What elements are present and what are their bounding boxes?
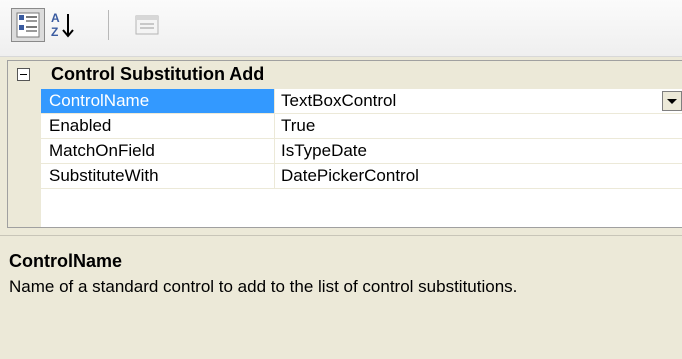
property-name[interactable]: MatchOnField xyxy=(41,139,275,163)
categorized-icon xyxy=(16,12,40,38)
sort-az-icon: A Z xyxy=(51,11,74,39)
svg-text:Z: Z xyxy=(51,25,58,39)
property-value[interactable]: True xyxy=(276,114,682,138)
dropdown-arrow-icon[interactable] xyxy=(662,91,682,111)
property-pages-button[interactable] xyxy=(130,8,164,42)
property-value-text: TextBoxControl xyxy=(281,91,397,110)
category-label: Control Substitution Add xyxy=(51,64,265,84)
property-name[interactable]: SubstituteWith xyxy=(41,164,275,188)
property-value-text: True xyxy=(281,116,316,135)
toolbar-separator xyxy=(108,10,109,40)
property-name[interactable]: ControlName xyxy=(41,89,275,113)
property-value[interactable]: DatePickerControl xyxy=(276,164,682,188)
property-grid-toolbar: A Z xyxy=(0,0,682,57)
help-panel: ControlName Name of a standard control t… xyxy=(0,235,682,359)
category-row[interactable]: Control Substitution Add xyxy=(8,61,682,89)
help-description: Name of a standard control to add to the… xyxy=(9,277,518,296)
property-grid: Control Substitution Add ControlName Tex… xyxy=(7,60,682,228)
help-title: ControlName xyxy=(9,251,123,271)
collapse-icon[interactable] xyxy=(17,68,30,81)
property-row-matchonfield[interactable]: MatchOnField IsTypeDate xyxy=(41,139,682,164)
property-name[interactable]: Enabled xyxy=(41,114,275,138)
property-row-substitutewith[interactable]: SubstituteWith DatePickerControl xyxy=(41,164,682,189)
property-value[interactable]: IsTypeDate xyxy=(276,139,682,163)
property-value-text: IsTypeDate xyxy=(281,141,367,160)
property-row-enabled[interactable]: Enabled True xyxy=(41,114,682,139)
property-value-text: DatePickerControl xyxy=(281,166,419,185)
svg-text:A: A xyxy=(51,11,60,25)
alphabetical-sort-button[interactable]: A Z xyxy=(48,8,82,42)
property-pages-icon xyxy=(135,15,159,35)
grid-margin xyxy=(8,89,41,227)
property-row-controlname[interactable]: ControlName TextBoxControl xyxy=(41,89,682,114)
categorized-view-button[interactable] xyxy=(11,8,45,42)
property-value[interactable]: TextBoxControl xyxy=(276,89,682,113)
